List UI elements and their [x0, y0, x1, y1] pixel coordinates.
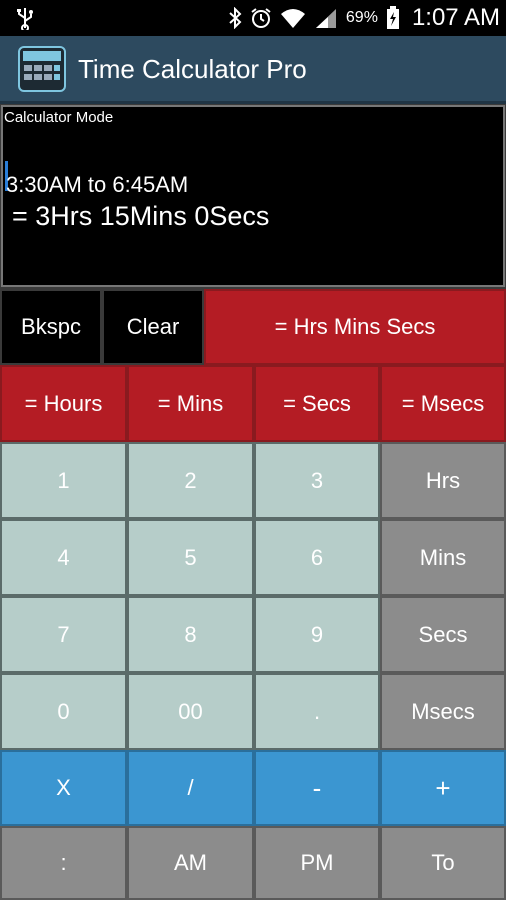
key-6[interactable]: 6: [254, 519, 380, 596]
mode-label: Calculator Mode: [4, 109, 114, 126]
alarm-icon: [251, 8, 271, 28]
calculator-display[interactable]: Calculator Mode 3:30AM to 6:45AM = 3Hrs …: [1, 105, 505, 287]
to-button[interactable]: To: [380, 826, 506, 900]
key-mins[interactable]: Mins: [380, 519, 506, 596]
am-button[interactable]: AM: [127, 826, 254, 900]
key-hrs[interactable]: Hrs: [380, 442, 506, 519]
result-text: = 3Hrs 15Mins 0Secs: [12, 201, 270, 231]
equals-hrs-mins-secs-button[interactable]: = Hrs Mins Secs: [204, 289, 506, 365]
app-title: Time Calculator Pro: [78, 54, 307, 84]
bluetooth-icon: [229, 7, 242, 29]
expression-text: 3:30AM to 6:45AM: [6, 172, 189, 197]
key-5[interactable]: 5: [127, 519, 254, 596]
pm-button[interactable]: PM: [254, 826, 380, 900]
key-double-zero[interactable]: 00: [127, 673, 254, 750]
equals-secs-button[interactable]: = Secs: [254, 365, 380, 442]
battery-percent: 69%: [345, 9, 378, 26]
key-0[interactable]: 0: [0, 673, 127, 750]
subtract-button[interactable]: -: [254, 750, 380, 826]
equals-hours-button[interactable]: = Hours: [0, 365, 127, 442]
multiply-button[interactable]: X: [0, 750, 127, 826]
status-bar: 69% 1:07 AM: [0, 0, 506, 36]
key-4[interactable]: 4: [0, 519, 127, 596]
key-2[interactable]: 2: [127, 442, 254, 519]
key-9[interactable]: 9: [254, 596, 380, 673]
usb-icon: [17, 8, 33, 30]
colon-button[interactable]: :: [0, 826, 127, 900]
key-7[interactable]: 7: [0, 596, 127, 673]
equals-msecs-button[interactable]: = Msecs: [380, 365, 506, 442]
clock: 1:07 AM: [411, 4, 500, 31]
divide-button[interactable]: /: [127, 750, 254, 826]
signal-icon: [315, 9, 336, 28]
clear-button[interactable]: Clear: [102, 289, 204, 365]
key-secs[interactable]: Secs: [380, 596, 506, 673]
key-8[interactable]: 8: [127, 596, 254, 673]
add-button[interactable]: +: [380, 750, 506, 826]
key-1[interactable]: 1: [0, 442, 127, 519]
backspace-button[interactable]: Bkspc: [0, 289, 102, 365]
wifi-icon: [280, 9, 305, 28]
equals-mins-button[interactable]: = Mins: [127, 365, 254, 442]
key-3[interactable]: 3: [254, 442, 380, 519]
battery-charging-icon: [386, 6, 399, 29]
key-decimal-point[interactable]: .: [254, 673, 380, 750]
app-logo-icon[interactable]: [18, 46, 66, 92]
key-msecs[interactable]: Msecs: [380, 673, 506, 750]
app-bar: Time Calculator Pro: [0, 36, 506, 104]
